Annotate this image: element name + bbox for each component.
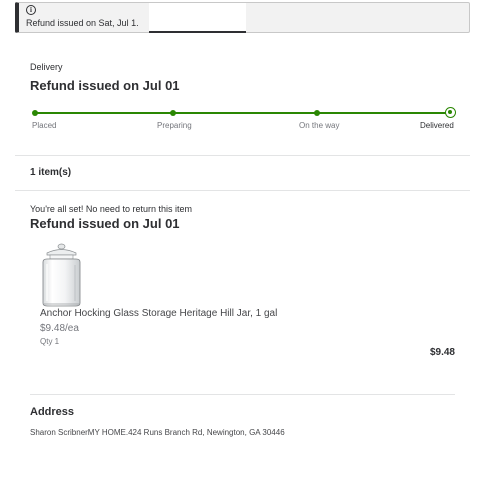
refund-title: Refund issued on Jul 01	[30, 216, 180, 231]
product-image[interactable]	[38, 243, 85, 307]
order-status-title: Refund issued on Jul 01	[30, 78, 180, 93]
progress-step-preparing-dot	[170, 110, 176, 116]
refund-banner: i Refund issued on Sat, Jul 1.	[15, 2, 470, 33]
glass-jar-icon	[42, 243, 81, 307]
address-title: Address	[30, 406, 75, 418]
progress-step-placed-dot	[32, 110, 38, 116]
info-icon: i	[26, 5, 36, 15]
delivery-type-label: Delivery	[30, 62, 63, 72]
banner-message: Refund issued on Sat, Jul 1.	[26, 18, 139, 28]
items-count: 1 item(s)	[30, 167, 72, 178]
redacted-region-border	[149, 31, 246, 33]
progress-step-delivered-dot	[445, 107, 456, 118]
return-note: You're all set! No need to return this i…	[30, 204, 192, 214]
item-unit-price: $9.48/ea	[40, 323, 79, 334]
progress-step-preparing-label: Preparing	[157, 121, 192, 130]
section-divider	[15, 155, 470, 156]
item-total-price: $9.48	[429, 347, 455, 358]
item-name[interactable]: Anchor Hocking Glass Storage Heritage Hi…	[40, 308, 277, 319]
progress-step-delivered-label: Delivered	[420, 121, 454, 130]
section-divider	[30, 394, 455, 395]
progress-step-on-the-way-dot	[314, 110, 320, 116]
address-text: Sharon ScribnerMY HOME.424 Runs Branch R…	[30, 428, 285, 437]
progress-track	[35, 112, 450, 114]
progress-step-on-the-way-label: On the way	[299, 121, 340, 130]
section-divider	[15, 190, 470, 191]
progress-step-placed-label: Placed	[32, 121, 57, 130]
item-quantity: Qty 1	[40, 337, 60, 346]
redacted-region	[149, 3, 246, 33]
